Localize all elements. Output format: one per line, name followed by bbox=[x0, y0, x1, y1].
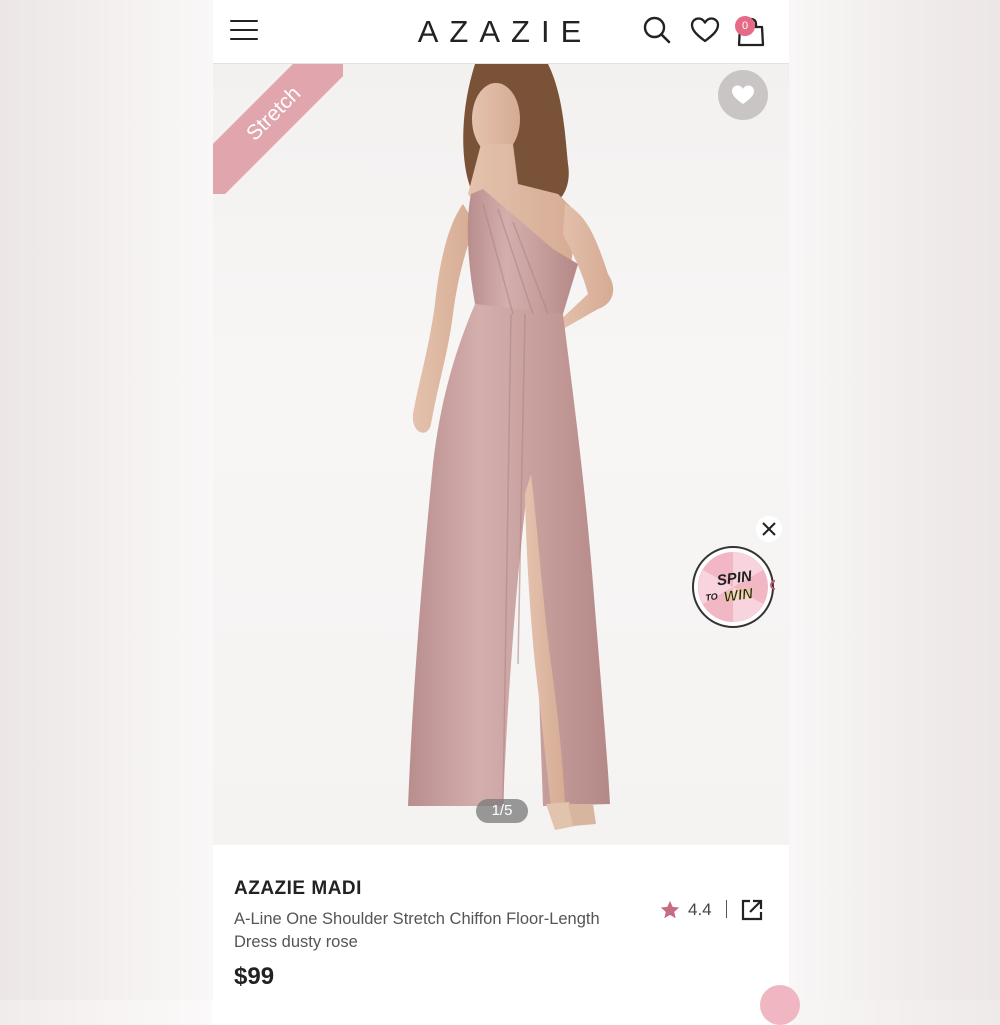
phone-screen: AZAZIE 0 Stretch 1/5 SPIN TO WIN AZAZIE … bbox=[213, 0, 789, 1000]
product-rating[interactable]: 4.4 bbox=[655, 898, 725, 922]
search-icon[interactable] bbox=[641, 14, 673, 46]
spin-label-to: TO bbox=[705, 591, 719, 603]
stretch-ribbon-label: Stretch bbox=[213, 64, 343, 194]
background-right bbox=[789, 0, 1000, 1000]
product-image-carousel[interactable]: Stretch 1/5 SPIN TO WIN bbox=[213, 64, 789, 845]
close-icon bbox=[762, 522, 776, 536]
product-info: AZAZIE MADI A-Line One Shoulder Stretch … bbox=[213, 845, 789, 1000]
heart-icon bbox=[732, 85, 754, 104]
star-icon bbox=[660, 900, 680, 919]
rating-value: 4.4 bbox=[688, 900, 712, 919]
product-name: AZAZIE MADI bbox=[234, 878, 362, 899]
cart-count-badge: 0 bbox=[735, 16, 755, 36]
stretch-ribbon: Stretch bbox=[213, 64, 343, 194]
share-icon[interactable] bbox=[740, 898, 764, 922]
product-price: $99 bbox=[234, 963, 275, 990]
floating-corner-button[interactable] bbox=[760, 985, 800, 1025]
favorite-button[interactable] bbox=[718, 70, 768, 120]
wishlist-heart-icon[interactable] bbox=[689, 14, 721, 46]
spin-to-win-wheel[interactable]: SPIN TO WIN bbox=[691, 545, 775, 629]
rating-divider bbox=[726, 900, 727, 918]
background-left bbox=[0, 0, 213, 1000]
image-counter: 1/5 bbox=[476, 799, 528, 823]
product-description: A-Line One Shoulder Stretch Chiffon Floo… bbox=[234, 910, 600, 951]
top-header: AZAZIE 0 bbox=[213, 0, 789, 64]
close-spin-button[interactable] bbox=[756, 516, 782, 542]
